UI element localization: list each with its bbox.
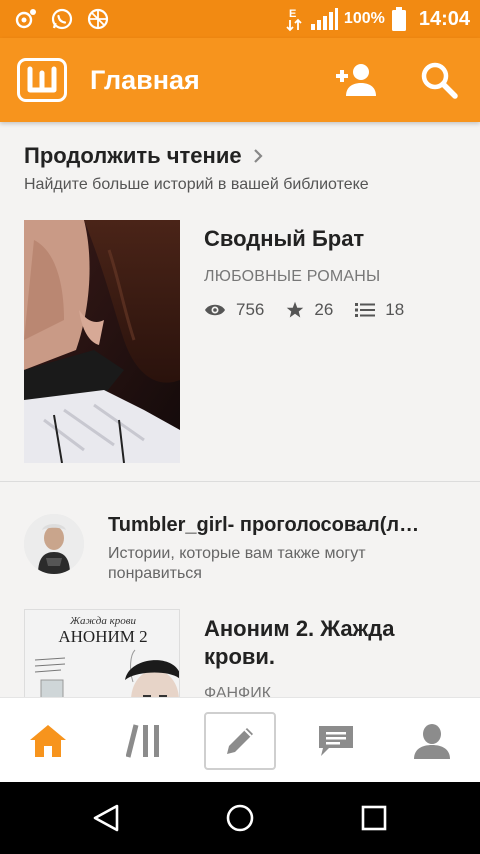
logo-icon <box>27 66 57 93</box>
activity-item[interactable]: Tumbler_girl- проголосовал(л… Истории, к… <box>24 514 480 584</box>
story-cover-image[interactable] <box>24 220 180 463</box>
messages-icon <box>319 725 353 756</box>
wattpad-logo[interactable] <box>17 58 67 102</box>
tab-write[interactable] <box>192 698 288 783</box>
story-card[interactable]: Сводный Брат ЛЮБОВНЫЕ РОМАНЫ 756 26 18 <box>24 220 464 463</box>
page-title: Главная <box>90 65 200 95</box>
story-stats: 756 26 18 <box>204 300 426 320</box>
search-icon <box>421 62 458 99</box>
home-icon <box>30 724 66 757</box>
tab-messages[interactable] <box>288 698 384 783</box>
library-icon <box>126 723 159 758</box>
svg-text:E: E <box>289 8 296 20</box>
reads-count: 756 <box>236 300 265 319</box>
story-category: ФАНФИК <box>204 685 272 697</box>
add-user-icon <box>336 64 376 96</box>
whatsapp-icon <box>51 8 73 30</box>
profile-icon <box>414 723 450 759</box>
reads-stat: 756 <box>204 300 264 320</box>
bottom-tab-bar <box>0 697 480 782</box>
home-circle-icon <box>226 804 254 832</box>
back-triangle-icon <box>93 804 119 832</box>
section-subtitle: Найдите больше историй в вашей библиотек… <box>24 176 369 193</box>
recommended-story-card[interactable]: Жажда крови АНОНИМ 2 Аноним 2. Жажда кро… <box>24 609 464 697</box>
home-nav-button[interactable] <box>220 800 260 836</box>
recents-button[interactable] <box>354 800 394 836</box>
write-icon <box>227 727 253 754</box>
list-icon <box>355 303 376 317</box>
story-title[interactable]: Аноним 2. Жажда крови. <box>204 615 444 671</box>
status-bar: E 100% 14:04 <box>0 0 480 38</box>
chevron-right-icon <box>254 149 263 163</box>
signal-icon <box>310 8 338 30</box>
activity-title[interactable]: Tumbler_girl- проголосовал(л… <box>108 514 458 537</box>
star-icon <box>287 301 304 318</box>
home-feed[interactable]: Продолжить чтение Найдите больше историй… <box>0 122 480 697</box>
continue-reading-header[interactable]: Продолжить чтение Найдите больше историй… <box>24 143 460 194</box>
parts-count: 18 <box>385 300 405 319</box>
divider <box>0 481 480 482</box>
eye-icon <box>205 304 225 316</box>
data-transfer-icon: E <box>286 8 302 32</box>
search-button[interactable] <box>419 60 459 100</box>
story-cover-image[interactable]: Жажда крови АНОНИМ 2 <box>24 609 180 697</box>
vpn-icon <box>87 8 109 30</box>
svg-text:Жажда крови: Жажда крови <box>69 615 137 627</box>
svg-text:АНОНИМ 2: АНОНИМ 2 <box>58 627 147 646</box>
activity-subtitle: Истории, которые вам также могут понрави… <box>108 545 366 582</box>
tab-profile[interactable] <box>384 698 480 783</box>
tab-library[interactable] <box>96 698 192 783</box>
story-category: ЛЮБОВНЫЕ РОМАНЫ <box>204 268 381 285</box>
system-navigation-bar <box>0 782 480 854</box>
votes-count: 26 <box>314 300 334 319</box>
add-user-button[interactable] <box>334 62 378 98</box>
app-bar: Главная <box>0 38 480 122</box>
battery-percent: 100% <box>343 10 385 27</box>
back-button[interactable] <box>86 800 126 836</box>
write-button[interactable] <box>204 711 276 770</box>
tab-home[interactable] <box>0 698 96 783</box>
votes-stat: 26 <box>286 300 333 320</box>
parts-stat: 18 <box>355 300 404 320</box>
clock: 14:04 <box>418 7 470 30</box>
recents-square-icon <box>361 805 387 831</box>
battery-icon <box>391 7 406 31</box>
notification-icon <box>15 9 36 29</box>
story-title[interactable]: Сводный Брат <box>204 226 364 252</box>
avatar[interactable] <box>24 514 84 574</box>
section-title: Продолжить чтение <box>24 143 242 168</box>
